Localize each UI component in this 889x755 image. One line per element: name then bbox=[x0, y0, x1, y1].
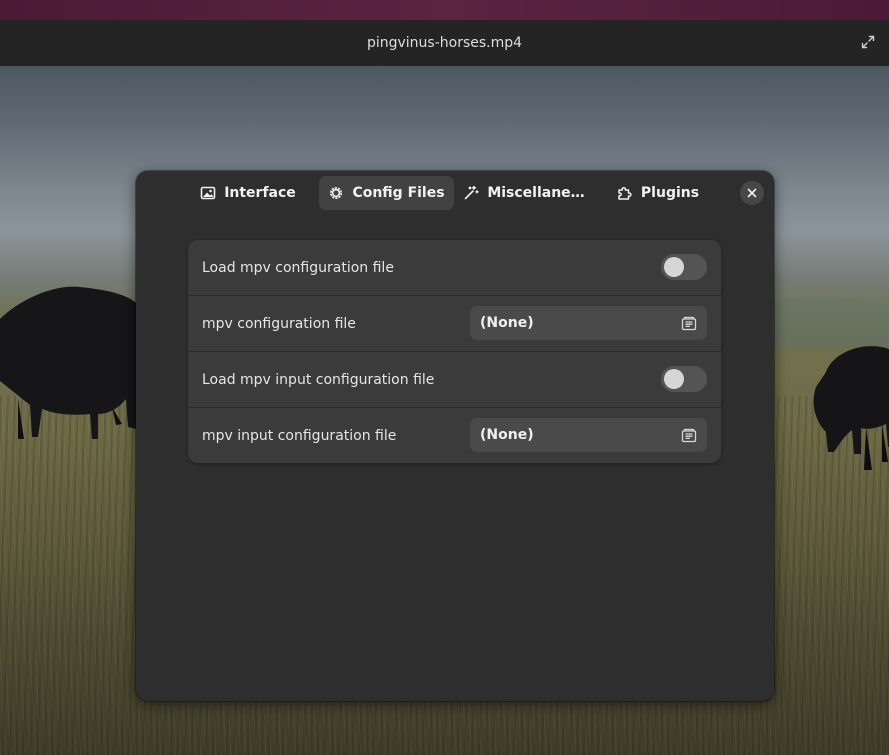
switch-knob bbox=[664, 257, 684, 277]
window-headerbar: pingvinus-horses.mp4 bbox=[0, 20, 889, 67]
gear-icon bbox=[330, 187, 343, 199]
tab-miscellaneous-label: Miscellane… bbox=[487, 185, 585, 201]
row-label: Load mpv configuration file bbox=[202, 259, 394, 276]
wand-icon bbox=[465, 185, 479, 200]
desktop-top-strip bbox=[0, 0, 889, 20]
tab-interface-label: Interface bbox=[224, 185, 296, 201]
file-chooser-value: (None) bbox=[480, 427, 534, 443]
mpv-input-config-file-chooser[interactable]: (None) bbox=[470, 418, 707, 452]
row-label: Load mpv input configuration file bbox=[202, 371, 435, 388]
list-item: mpv input configuration file (None) bbox=[188, 408, 721, 463]
row-label: mpv configuration file bbox=[202, 315, 356, 332]
list-item: Load mpv configuration file bbox=[188, 240, 721, 296]
puzzle-icon bbox=[618, 186, 632, 200]
row-label: mpv input configuration file bbox=[202, 427, 397, 444]
switch-knob bbox=[664, 369, 684, 389]
horse-left bbox=[0, 286, 136, 439]
load-mpv-input-config-switch[interactable] bbox=[661, 366, 707, 392]
tab-plugins[interactable]: Plugins bbox=[616, 176, 700, 210]
tab-miscellaneous[interactable]: Miscellane… bbox=[462, 176, 586, 210]
close-icon bbox=[747, 188, 757, 198]
tab-config-files[interactable]: Config Files bbox=[319, 176, 454, 210]
preferences-dialog: Interface Config Files Miscellane… Plugi… bbox=[136, 171, 774, 701]
tab-config-files-label: Config Files bbox=[352, 185, 445, 201]
config-files-list: Load mpv configuration file mpv configur… bbox=[188, 240, 721, 463]
file-chooser-icon bbox=[681, 316, 697, 331]
file-chooser-value: (None) bbox=[480, 315, 534, 331]
close-button[interactable] bbox=[740, 181, 764, 205]
window-title: pingvinus-horses.mp4 bbox=[366, 35, 523, 51]
mpv-config-file-chooser[interactable]: (None) bbox=[470, 306, 707, 340]
load-mpv-config-switch[interactable] bbox=[661, 254, 707, 280]
horse-right bbox=[813, 346, 889, 470]
list-item: Load mpv input configuration file bbox=[188, 352, 721, 408]
image-icon bbox=[200, 186, 216, 200]
tab-plugins-label: Plugins bbox=[640, 185, 700, 201]
expand-icon bbox=[861, 35, 875, 49]
preferences-tabs: Interface Config Files Miscellane… Plugi… bbox=[136, 171, 774, 217]
list-item: mpv configuration file (None) bbox=[188, 296, 721, 352]
tab-interface[interactable]: Interface bbox=[194, 176, 302, 210]
file-chooser-icon bbox=[681, 428, 697, 443]
fullscreen-button[interactable] bbox=[859, 33, 877, 51]
